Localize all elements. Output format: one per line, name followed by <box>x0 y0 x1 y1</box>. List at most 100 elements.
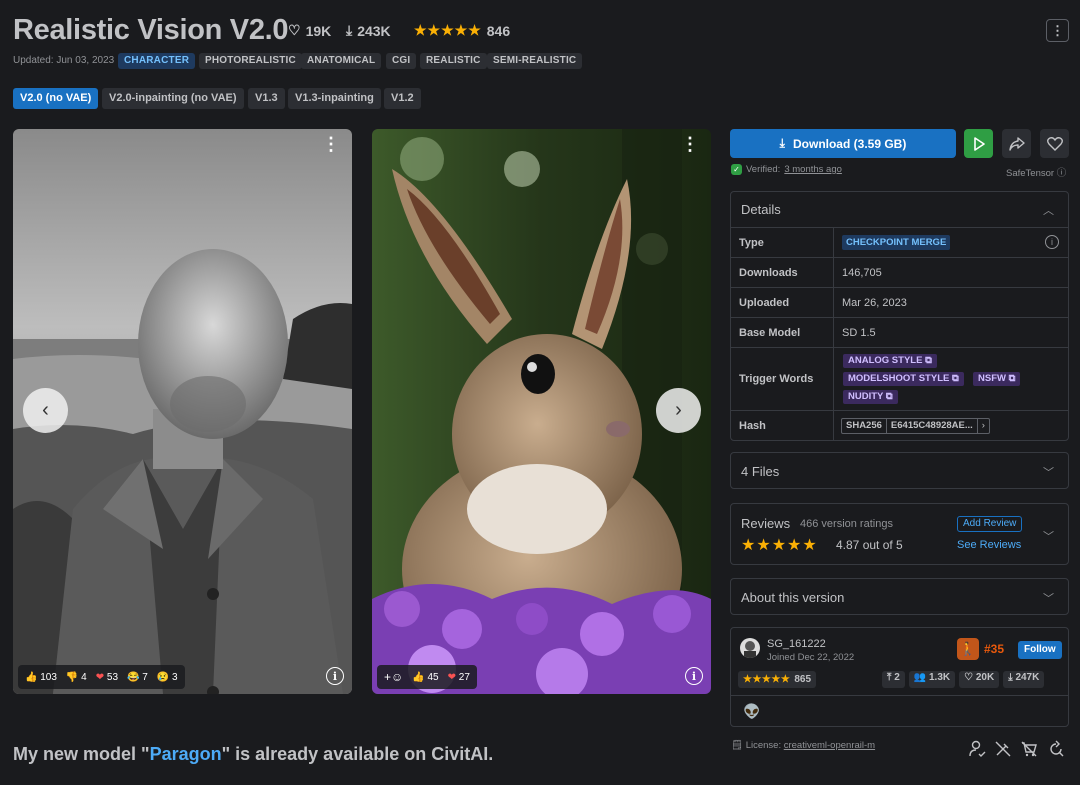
reaction-dislike[interactable]: 👎 4 <box>66 672 87 683</box>
verified-time-link[interactable]: 3 months ago <box>784 164 842 175</box>
info-icon[interactable]: i <box>1045 235 1059 249</box>
likes-stat: ♡ 20K <box>959 671 1000 688</box>
copy-icon: ⧉ <box>885 391 893 402</box>
tag-anatomical[interactable]: ANATOMICAL <box>301 53 382 69</box>
uploads-stat: ⤒ 2 <box>882 671 905 688</box>
downloads-count: 243K <box>357 22 391 39</box>
creator-panel: SG_161222 Joined Dec 22, 2022 🚶 #35 Foll… <box>730 627 1069 727</box>
version-tab-v2-0-inpainting[interactable]: V2.0-inpainting (no VAE) <box>102 88 244 109</box>
detail-row-hash: Hash SHA256 E6415C48928AE... › <box>731 410 1068 441</box>
likes-stat[interactable]: ♡ 19K <box>288 22 331 39</box>
chevron-down-icon[interactable]: ﹀ <box>1043 528 1054 544</box>
tag-semi-realistic[interactable]: SEMI-REALISTIC <box>487 53 583 69</box>
download-icon: ⤓ <box>346 22 353 38</box>
rating-stat[interactable]: ★★★★★ 846 <box>414 22 510 39</box>
follow-button[interactable]: Follow <box>1018 641 1062 659</box>
detail-row-uploaded: Uploaded Mar 26, 2023 <box>731 287 1068 317</box>
downloads-stat: ⤓ 247K <box>1003 671 1045 688</box>
thumbs-down-icon: 👎 <box>65 671 79 683</box>
trigger-word-nudity[interactable]: NUDITY ⧉ <box>843 390 898 404</box>
see-reviews-link[interactable]: See Reviews <box>957 539 1021 551</box>
heart-icon: ♡ <box>964 672 974 683</box>
image-options-icon[interactable]: ⋮ <box>322 135 340 153</box>
copy-icon: ⧉ <box>925 355 932 366</box>
chevron-left-icon: ‹ <box>42 399 49 421</box>
favorite-button[interactable] <box>1040 129 1069 158</box>
info-icon[interactable]: ⓘ <box>1057 168 1067 179</box>
review-stars-icon: ★★★★★ <box>741 537 818 554</box>
paragon-link[interactable]: Paragon <box>150 744 222 764</box>
reviews-header: Reviews <box>741 516 791 531</box>
add-review-button[interactable]: Add Review <box>957 516 1023 532</box>
tag-realistic[interactable]: REALISTIC <box>420 53 487 69</box>
cry-icon: 😢 <box>156 671 170 683</box>
reaction-like[interactable]: 👍 103 <box>25 672 57 683</box>
download-button[interactable]: ⤓ Download (3.59 GB) <box>730 129 956 158</box>
reaction-like[interactable]: 👍 45 <box>412 672 438 683</box>
files-panel[interactable]: 4 Files ﹀ <box>730 452 1069 489</box>
laugh-icon: 😂 <box>127 671 140 683</box>
reactions-bar: +☺ 👍 45 ❤ 27 <box>377 665 477 689</box>
details-header[interactable]: Details <box>741 202 781 217</box>
reaction-cry[interactable]: 😢 3 <box>157 672 178 683</box>
more-options-button[interactable]: ⋮ <box>1046 19 1069 42</box>
heart-icon: ❤ <box>447 671 457 683</box>
share-button[interactable] <box>1002 129 1031 158</box>
type-badge: CHECKPOINT MERGE <box>842 235 951 250</box>
license-info: 🗒 License: creativeml-openrail-m <box>731 740 876 751</box>
creator-rating: ★★★★★ 865 <box>738 671 817 688</box>
play-icon <box>973 136 985 151</box>
reddit-icon[interactable]: 👽 <box>743 703 760 720</box>
detail-row-type: Type CHECKPOINT MERGE i <box>731 227 1068 257</box>
tag-cgi[interactable]: CGI <box>386 53 417 69</box>
tag-photorealistic[interactable]: PHOTOREALISTIC <box>199 53 302 69</box>
license-link[interactable]: creativeml-openrail-m <box>784 740 875 751</box>
person-check-icon <box>968 740 988 760</box>
thumbs-up-icon: 👍 <box>25 671 38 683</box>
copy-icon: ⧉ <box>1008 373 1016 384</box>
downloads-stat: ⤓ 243K <box>346 22 391 39</box>
gallery-image-rabbit[interactable]: ⋮ › +☺ 👍 45 ❤ 27 i <box>372 129 711 694</box>
version-tab-v1-3[interactable]: V1.3 <box>248 88 285 109</box>
reaction-laugh[interactable]: 😂 7 <box>127 672 148 683</box>
users-icon: 👥 <box>913 672 927 683</box>
image-info-icon[interactable]: i <box>685 667 703 685</box>
star-rating-icons: ★★★★★ <box>743 674 791 685</box>
add-emoji-icon: +☺ <box>384 670 404 684</box>
gallery-image-man[interactable]: ⋮ ‹ 👍 103 👎 4 ❤ 53 😂 7 😢 3 i <box>13 129 352 694</box>
image-options-icon[interactable]: ⋮ <box>681 135 699 153</box>
about-header: About this version <box>741 590 845 605</box>
reaction-heart[interactable]: ❤ 53 <box>96 672 118 683</box>
files-header: 4 Files <box>741 464 780 479</box>
version-tab-v1-3-inpainting[interactable]: V1.3-inpainting <box>288 88 381 109</box>
reactions-bar: 👍 103 👎 4 ❤ 53 😂 7 😢 3 <box>18 665 185 689</box>
trigger-word-modelshoot-style[interactable]: MODELSHOOT STYLE ⧉ <box>843 372 964 386</box>
hash-type: SHA256 <box>842 419 887 433</box>
chevron-up-icon[interactable]: ︿ <box>1043 202 1054 218</box>
creator-name[interactable]: SG_161222 <box>767 638 826 650</box>
previous-image-button[interactable]: ‹ <box>23 388 68 433</box>
trigger-word-nsfw[interactable]: NSFW ⧉ <box>973 372 1021 386</box>
avatar[interactable] <box>740 638 760 658</box>
next-image-button[interactable]: › <box>656 388 701 433</box>
verified-check-icon: ✓ <box>731 164 742 175</box>
review-score: 4.87 out of 5 <box>836 538 903 552</box>
reviews-count: 466 version ratings <box>800 518 893 530</box>
about-panel[interactable]: About this version ﹀ <box>730 578 1069 615</box>
safetensor-label: SafeTensor ⓘ <box>1006 168 1067 179</box>
image-info-icon[interactable]: i <box>326 667 344 685</box>
updated-date: Updated: Jun 03, 2023 <box>13 55 115 66</box>
hash-box[interactable]: SHA256 E6415C48928AE... › <box>841 418 990 434</box>
no-brush-icon <box>994 740 1014 760</box>
trigger-word-analog-style[interactable]: ANALOG STYLE ⧉ <box>843 354 937 368</box>
reviews-panel: Reviews 466 version ratings ★★★★★ 4.87 o… <box>730 503 1069 565</box>
tag-character[interactable]: CHARACTER <box>118 53 196 69</box>
chevron-down-icon: ﹀ <box>1043 593 1054 605</box>
reaction-heart[interactable]: ❤ 27 <box>448 672 470 683</box>
version-tab-v1-2[interactable]: V1.2 <box>384 88 421 109</box>
version-tab-v2-0[interactable]: V2.0 (no VAE) <box>13 88 99 109</box>
run-button[interactable] <box>964 129 993 158</box>
copy-icon: ⧉ <box>951 373 959 384</box>
star-rating-icons: ★★★★★ <box>414 22 482 38</box>
add-reaction-button[interactable]: +☺ <box>384 670 403 684</box>
